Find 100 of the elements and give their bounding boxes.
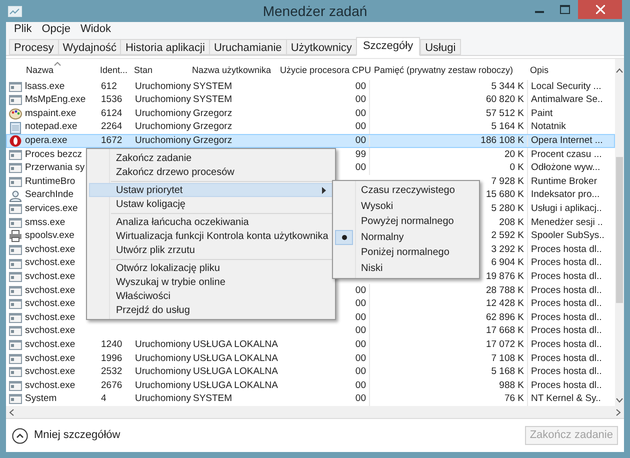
- process-description: Proces hosta dl..: [531, 256, 602, 270]
- collapse-icon[interactable]: [12, 428, 28, 444]
- app-window-icon: [9, 284, 22, 297]
- app-window-icon: [9, 325, 22, 338]
- process-description: Proces hosta dl..: [531, 284, 602, 298]
- process-description: Proces hosta dl..: [531, 297, 602, 312]
- cpu-usage: 00: [355, 297, 366, 312]
- tab[interactable]: Szczegóły: [356, 37, 420, 56]
- cpu-usage: 00: [355, 378, 366, 393]
- process-status: Uruchomiony: [135, 134, 191, 148]
- column-header[interactable]: Użycie procesora CPU: [274, 64, 370, 77]
- tab[interactable]: Uruchamianie: [208, 39, 287, 55]
- column-header[interactable]: Nazwa: [6, 64, 98, 77]
- process-description: Odłożone wyw...: [531, 161, 600, 176]
- tab[interactable]: Wydajność: [58, 39, 122, 55]
- memory-usage: 19 876 K: [486, 270, 524, 284]
- column-header[interactable]: Ident...: [98, 64, 132, 77]
- selected-row[interactable]: opera.exe 1672 Uruchomiony Grzegorz 00 186 108 K Opera Internet ...: [6, 134, 615, 148]
- memory-usage: 76 K: [504, 392, 524, 406]
- context-menu-item[interactable]: Ustaw priorytet: [89, 183, 333, 197]
- user-name: SYSTEM: [193, 392, 232, 406]
- app-window-icon: [9, 366, 22, 378]
- cpu-usage: 00: [355, 106, 366, 121]
- process-status: Uruchomiony: [135, 338, 191, 352]
- scroll-up-icon[interactable]: [616, 68, 623, 73]
- app-window-icon: [9, 176, 22, 188]
- context-menu-item[interactable]: Otwórz lokalizację pliku: [89, 261, 333, 275]
- process-description: Notatnik: [531, 120, 566, 134]
- priority-option[interactable]: Czasu rzeczywistego: [335, 183, 477, 198]
- cpu-usage: 00: [355, 120, 366, 134]
- process-description: Runtime Broker: [531, 174, 597, 189]
- process-id: 1536: [101, 93, 122, 108]
- context-menu-item[interactable]: Wirtualizacja funkcji Kontrola konta użytkownika: [89, 229, 333, 243]
- tab[interactable]: Procesy: [9, 39, 59, 55]
- app-window-icon: [9, 80, 22, 93]
- menu-item[interactable]: Opcje: [38, 21, 74, 38]
- context-menu-item[interactable]: Właściwości: [89, 289, 333, 303]
- process-name: lsass.exe: [25, 80, 65, 94]
- process-description: Paint: [531, 106, 553, 121]
- priority-option[interactable]: Niski: [335, 260, 477, 276]
- memory-usage: 17 668 K: [486, 324, 524, 338]
- fewer-details-link[interactable]: Mniej szczegółów: [34, 427, 120, 444]
- column-header[interactable]: Opis: [528, 64, 615, 77]
- app-window-icon: [9, 148, 22, 161]
- context-menu-item[interactable]: Zakończ drzewo procesów: [89, 165, 333, 179]
- process-id: 2676: [101, 378, 122, 393]
- context-menu-item[interactable]: Utwórz plik zrzutu: [89, 243, 333, 257]
- column-header[interactable]: Pamięć (prywatny zestaw roboczy): [370, 64, 528, 77]
- close-button[interactable]: [578, 0, 622, 19]
- scrollbar-thumb[interactable]: [616, 157, 623, 303]
- process-name: svchost.exe: [25, 310, 76, 325]
- priority-option[interactable]: Normalny: [335, 230, 477, 245]
- memory-usage: 186 108 K: [480, 134, 524, 148]
- cpu-usage: 00: [355, 134, 366, 148]
- context-menu-item[interactable]: Ustaw koligację: [89, 197, 333, 211]
- process-id: 1996: [101, 352, 122, 366]
- memory-usage: 15 680 K: [486, 188, 524, 202]
- process-name: notepad.exe: [25, 120, 78, 134]
- process-name: services.exe: [25, 202, 78, 216]
- tab[interactable]: Użytkownicy: [286, 39, 357, 55]
- memory-usage: 3 292 K: [491, 242, 524, 257]
- cpu-usage: 00: [355, 392, 366, 406]
- circle-icon: [9, 135, 22, 148]
- memory-usage: 20 K: [504, 148, 524, 162]
- context-menu-item[interactable]: Analiza łańcucha oczekiwania: [89, 215, 333, 229]
- column-header[interactable]: Stan: [132, 64, 190, 77]
- cpu-usage: 00: [355, 310, 366, 325]
- user-name: SYSTEM: [193, 80, 232, 94]
- context-menu-item[interactable]: Wyszukaj w trybie online: [89, 275, 333, 289]
- process-description: Menedżer sesji ..: [531, 216, 603, 230]
- scroll-left-icon[interactable]: [9, 408, 14, 416]
- menu-item[interactable]: Widok: [76, 21, 116, 38]
- process-name: svchost.exe: [25, 352, 76, 366]
- app-window-icon: [9, 258, 22, 270]
- app-window-icon: [9, 339, 22, 352]
- app-window-icon: [9, 203, 22, 216]
- scroll-right-icon[interactable]: [616, 408, 621, 416]
- context-menu-item[interactable]: Zakończ zadanie: [89, 151, 333, 165]
- horizontal-scrollbar[interactable]: [6, 406, 624, 418]
- tab[interactable]: Usługi: [420, 39, 461, 55]
- memory-usage: 2 592 K: [491, 229, 524, 244]
- context-menu-item[interactable]: Przejdź do usług: [89, 303, 333, 317]
- priority-option[interactable]: Wysoki: [335, 198, 477, 214]
- memory-usage: 988 K: [499, 378, 524, 393]
- priority-option[interactable]: Poniżej normalnego: [335, 245, 477, 260]
- process-status: Uruchomiony: [135, 392, 191, 406]
- process-name: SearchInde: [25, 188, 74, 202]
- scroll-down-icon[interactable]: [616, 398, 623, 404]
- process-name: Proces bezcz: [25, 148, 82, 162]
- cpu-usage: 00: [355, 161, 366, 176]
- column-header[interactable]: Nazwa użytkownika: [190, 64, 274, 77]
- process-description: Proces hosta dl..: [531, 270, 602, 284]
- process-status: Uruchomiony: [135, 93, 191, 108]
- priority-option[interactable]: Powyżej normalnego: [335, 214, 477, 230]
- app-window-icon: [9, 216, 22, 229]
- process-description: Proces hosta dl..: [531, 378, 602, 393]
- tab[interactable]: Historia aplikacji: [120, 39, 210, 55]
- vertical-scrollbar[interactable]: [615, 59, 624, 406]
- memory-usage: 7 108 K: [491, 352, 524, 366]
- menu-item[interactable]: Plik: [10, 21, 36, 38]
